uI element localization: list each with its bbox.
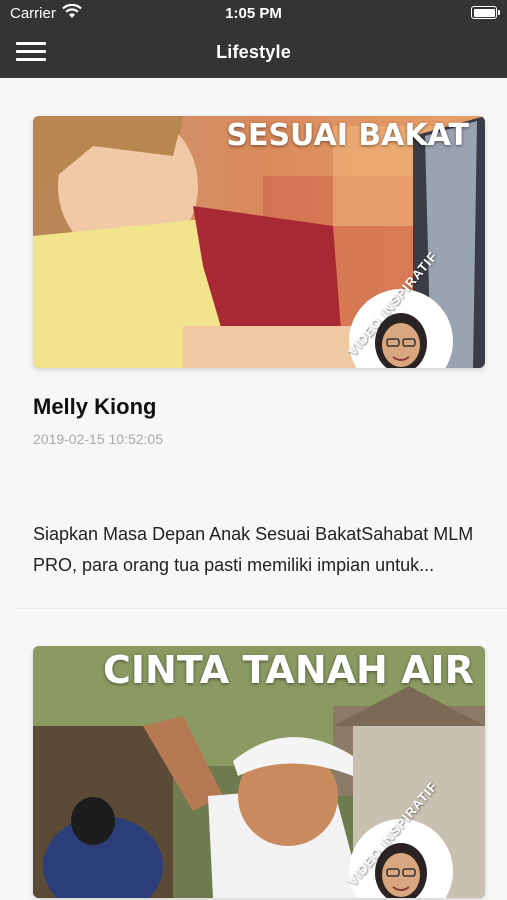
post-thumbnail[interactable]: CINTA TANAH AIR VIDEO INSPIRATIF — [33, 646, 485, 898]
post-date: 2019-02-15 10:52:05 — [33, 431, 163, 447]
thumbnail-title: CINTA TANAH AIR — [103, 648, 474, 692]
post-list[interactable]: SESUAI BAKAT VIDEO INSPIRATIF Melly Kion… — [0, 78, 507, 900]
post-thumbnail[interactable]: SESUAI BAKAT VIDEO INSPIRATIF — [33, 116, 485, 368]
post-author: Melly Kiong — [33, 394, 157, 419]
post-card[interactable]: SESUAI BAKAT VIDEO INSPIRATIF Melly Kion… — [33, 116, 485, 575]
status-bar: Carrier 1:05 PM — [0, 0, 507, 26]
battery-icon — [471, 6, 500, 19]
post-card[interactable]: CINTA TANAH AIR VIDEO INSPIRATIF — [33, 646, 485, 898]
divider — [15, 608, 507, 609]
navigation-header: Carrier 1:05 PM Lifestyle — [0, 0, 507, 78]
post-excerpt: Siapkan Masa Depan Anak Sesuai BakatSaha… — [33, 524, 474, 575]
clock: 1:05 PM — [225, 5, 282, 22]
thumbnail-title: SESUAI BAKAT — [226, 118, 469, 153]
page-title: Lifestyle — [216, 42, 291, 62]
